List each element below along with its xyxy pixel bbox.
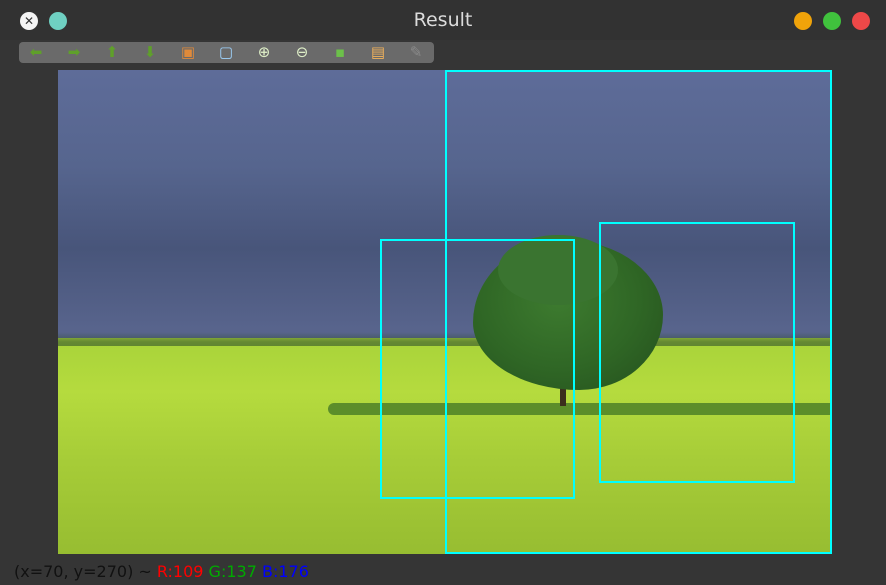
forward-arrow-icon: ➡ [67,43,81,61]
maximize-button[interactable] [823,12,841,30]
close-button[interactable] [852,12,870,30]
pan-up-button[interactable]: ⬆ [98,43,126,62]
status-bar: (x=70, y=270) ~ R:109 G:137 B:176 [14,562,309,581]
zoom-fit-button[interactable]: ▢ [212,43,240,62]
zoom-in-button[interactable]: ⊕ [250,43,278,62]
pan-down-button[interactable]: ⬇ [136,43,164,62]
back-arrow-icon: ⬅ [29,43,43,61]
image-icon: ▣ [180,43,196,61]
clipboard-icon: ▤ [370,43,386,61]
app-window: ✕ Result ⬅ ➡ ⬆ ⬇ ▣ ▢ ⊕ ⊖ ▪ ▤ ✎ (x=70, y=… [0,0,886,585]
zoom-out-button[interactable]: ⊖ [288,43,316,62]
title-bar[interactable]: ✕ Result [0,0,886,40]
zoom-fit-icon: ▢ [218,43,234,61]
detection-box [599,222,795,483]
zoom-original-button[interactable]: ▣ [174,43,202,62]
pan-left-button[interactable]: ⬅ [22,43,50,62]
zoom-in-icon: ⊕ [257,43,271,61]
status-red-value: R:109 [156,562,204,581]
status-coords: (x=70, y=270) ~ [14,562,152,581]
up-arrow-icon: ⬆ [105,43,119,61]
down-arrow-icon: ⬇ [143,43,157,61]
properties-icon: ✎ [409,43,423,61]
zoom-out-icon: ⊖ [295,43,309,61]
minimize-button[interactable] [794,12,812,30]
save-button[interactable]: ▪ [326,43,354,62]
save-icon: ▪ [334,43,346,61]
properties-button[interactable]: ✎ [402,43,430,62]
image-canvas[interactable] [58,70,832,554]
toolbar: ⬅ ➡ ⬆ ⬇ ▣ ▢ ⊕ ⊖ ▪ ▤ ✎ [19,42,434,63]
copy-button[interactable]: ▤ [364,43,392,62]
detection-box [380,239,575,499]
status-blue-value: B:176 [261,562,309,581]
window-title: Result [413,9,473,31]
pan-right-button[interactable]: ➡ [60,43,88,62]
status-green-value: G:137 [208,562,257,581]
